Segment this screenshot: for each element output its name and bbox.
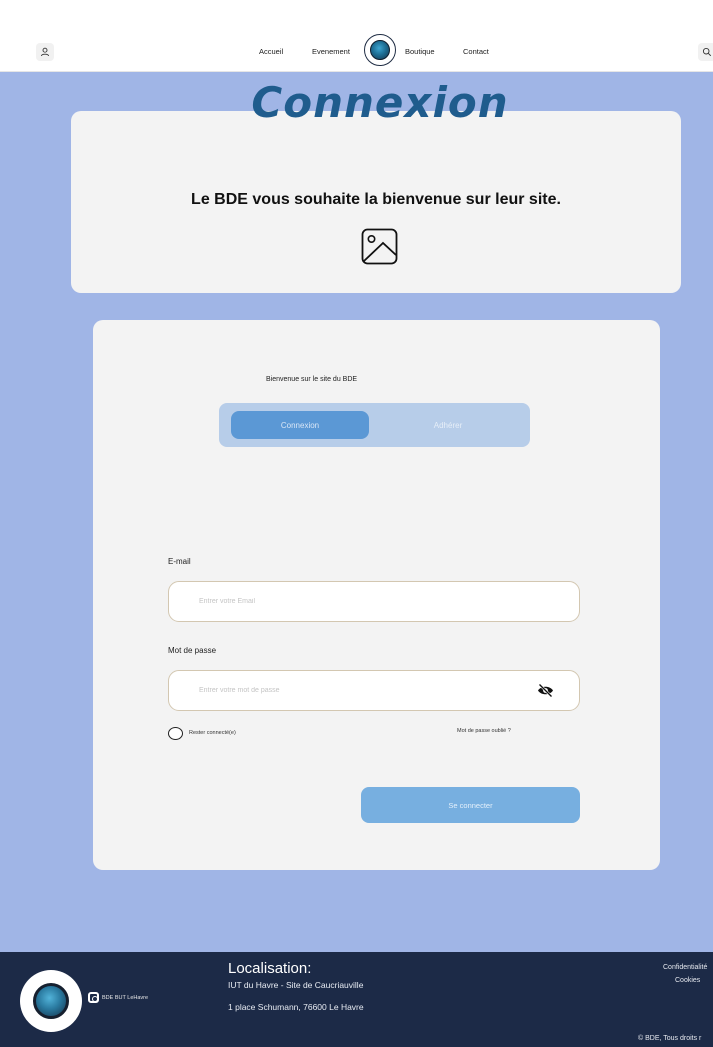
instagram-icon[interactable] [88, 992, 99, 1003]
forgot-password-link[interactable]: Mot de passe oublié ? [457, 728, 511, 734]
image-placeholder-icon [361, 228, 398, 265]
nav-accueil[interactable]: Accueil [259, 47, 283, 56]
bde-logo[interactable] [364, 34, 396, 66]
instagram-link[interactable]: BDE BUT LeHavre [102, 995, 148, 1001]
tab-adherer[interactable]: Adhérer [379, 411, 517, 439]
logo-emblem [370, 40, 390, 60]
footer-bde-logo[interactable] [20, 970, 82, 1032]
user-icon [41, 47, 49, 57]
privacy-link[interactable]: Confidentialité [663, 964, 707, 971]
site-header: Accueil Evenement Boutique Contact [0, 0, 713, 72]
location-title: Localisation: [228, 960, 312, 977]
email-field-wrapper [168, 581, 580, 622]
email-field[interactable] [199, 582, 529, 621]
nav-boutique[interactable]: Boutique [405, 47, 435, 56]
password-field-wrapper [168, 670, 580, 711]
search-button[interactable] [698, 43, 713, 61]
login-button[interactable]: Se connecter [361, 787, 580, 823]
site-footer: BDE BUT LeHavre Localisation: IUT du Hav… [0, 952, 713, 1047]
form-subtitle: Bienvenue sur le site du BDE [266, 376, 358, 383]
tab-connexion[interactable]: Connexion [231, 411, 369, 439]
page-title: Connexion [251, 78, 509, 127]
location-line-1: IUT du Havre - Site de Caucriauville [228, 980, 364, 990]
password-label: Mot de passe [168, 646, 217, 655]
nav-evenement[interactable]: Evenement [312, 47, 350, 56]
welcome-text: Le BDE vous souhaite la bienvenue sur le… [191, 191, 561, 208]
nav-contact[interactable]: Contact [463, 47, 489, 56]
eye-slash-icon[interactable] [537, 683, 554, 698]
login-card: Bienvenue sur le site du BDE Connexion A… [93, 320, 660, 870]
account-button[interactable] [36, 43, 54, 61]
location-line-2: 1 place Schumann, 76600 Le Havre [228, 1002, 364, 1012]
email-label: E-mail [168, 557, 191, 566]
auth-tabs: Connexion Adhérer [219, 403, 530, 447]
cookies-link[interactable]: Cookies [675, 977, 700, 984]
search-icon [702, 47, 712, 57]
password-field[interactable] [199, 671, 529, 710]
copyright: © BDE, Tous droits r [638, 1035, 702, 1042]
welcome-card: Le BDE vous souhaite la bienvenue sur le… [71, 111, 681, 293]
remember-label: Rester connecté(e) [189, 730, 236, 736]
logo-emblem [33, 983, 69, 1019]
remember-checkbox[interactable] [168, 727, 183, 740]
